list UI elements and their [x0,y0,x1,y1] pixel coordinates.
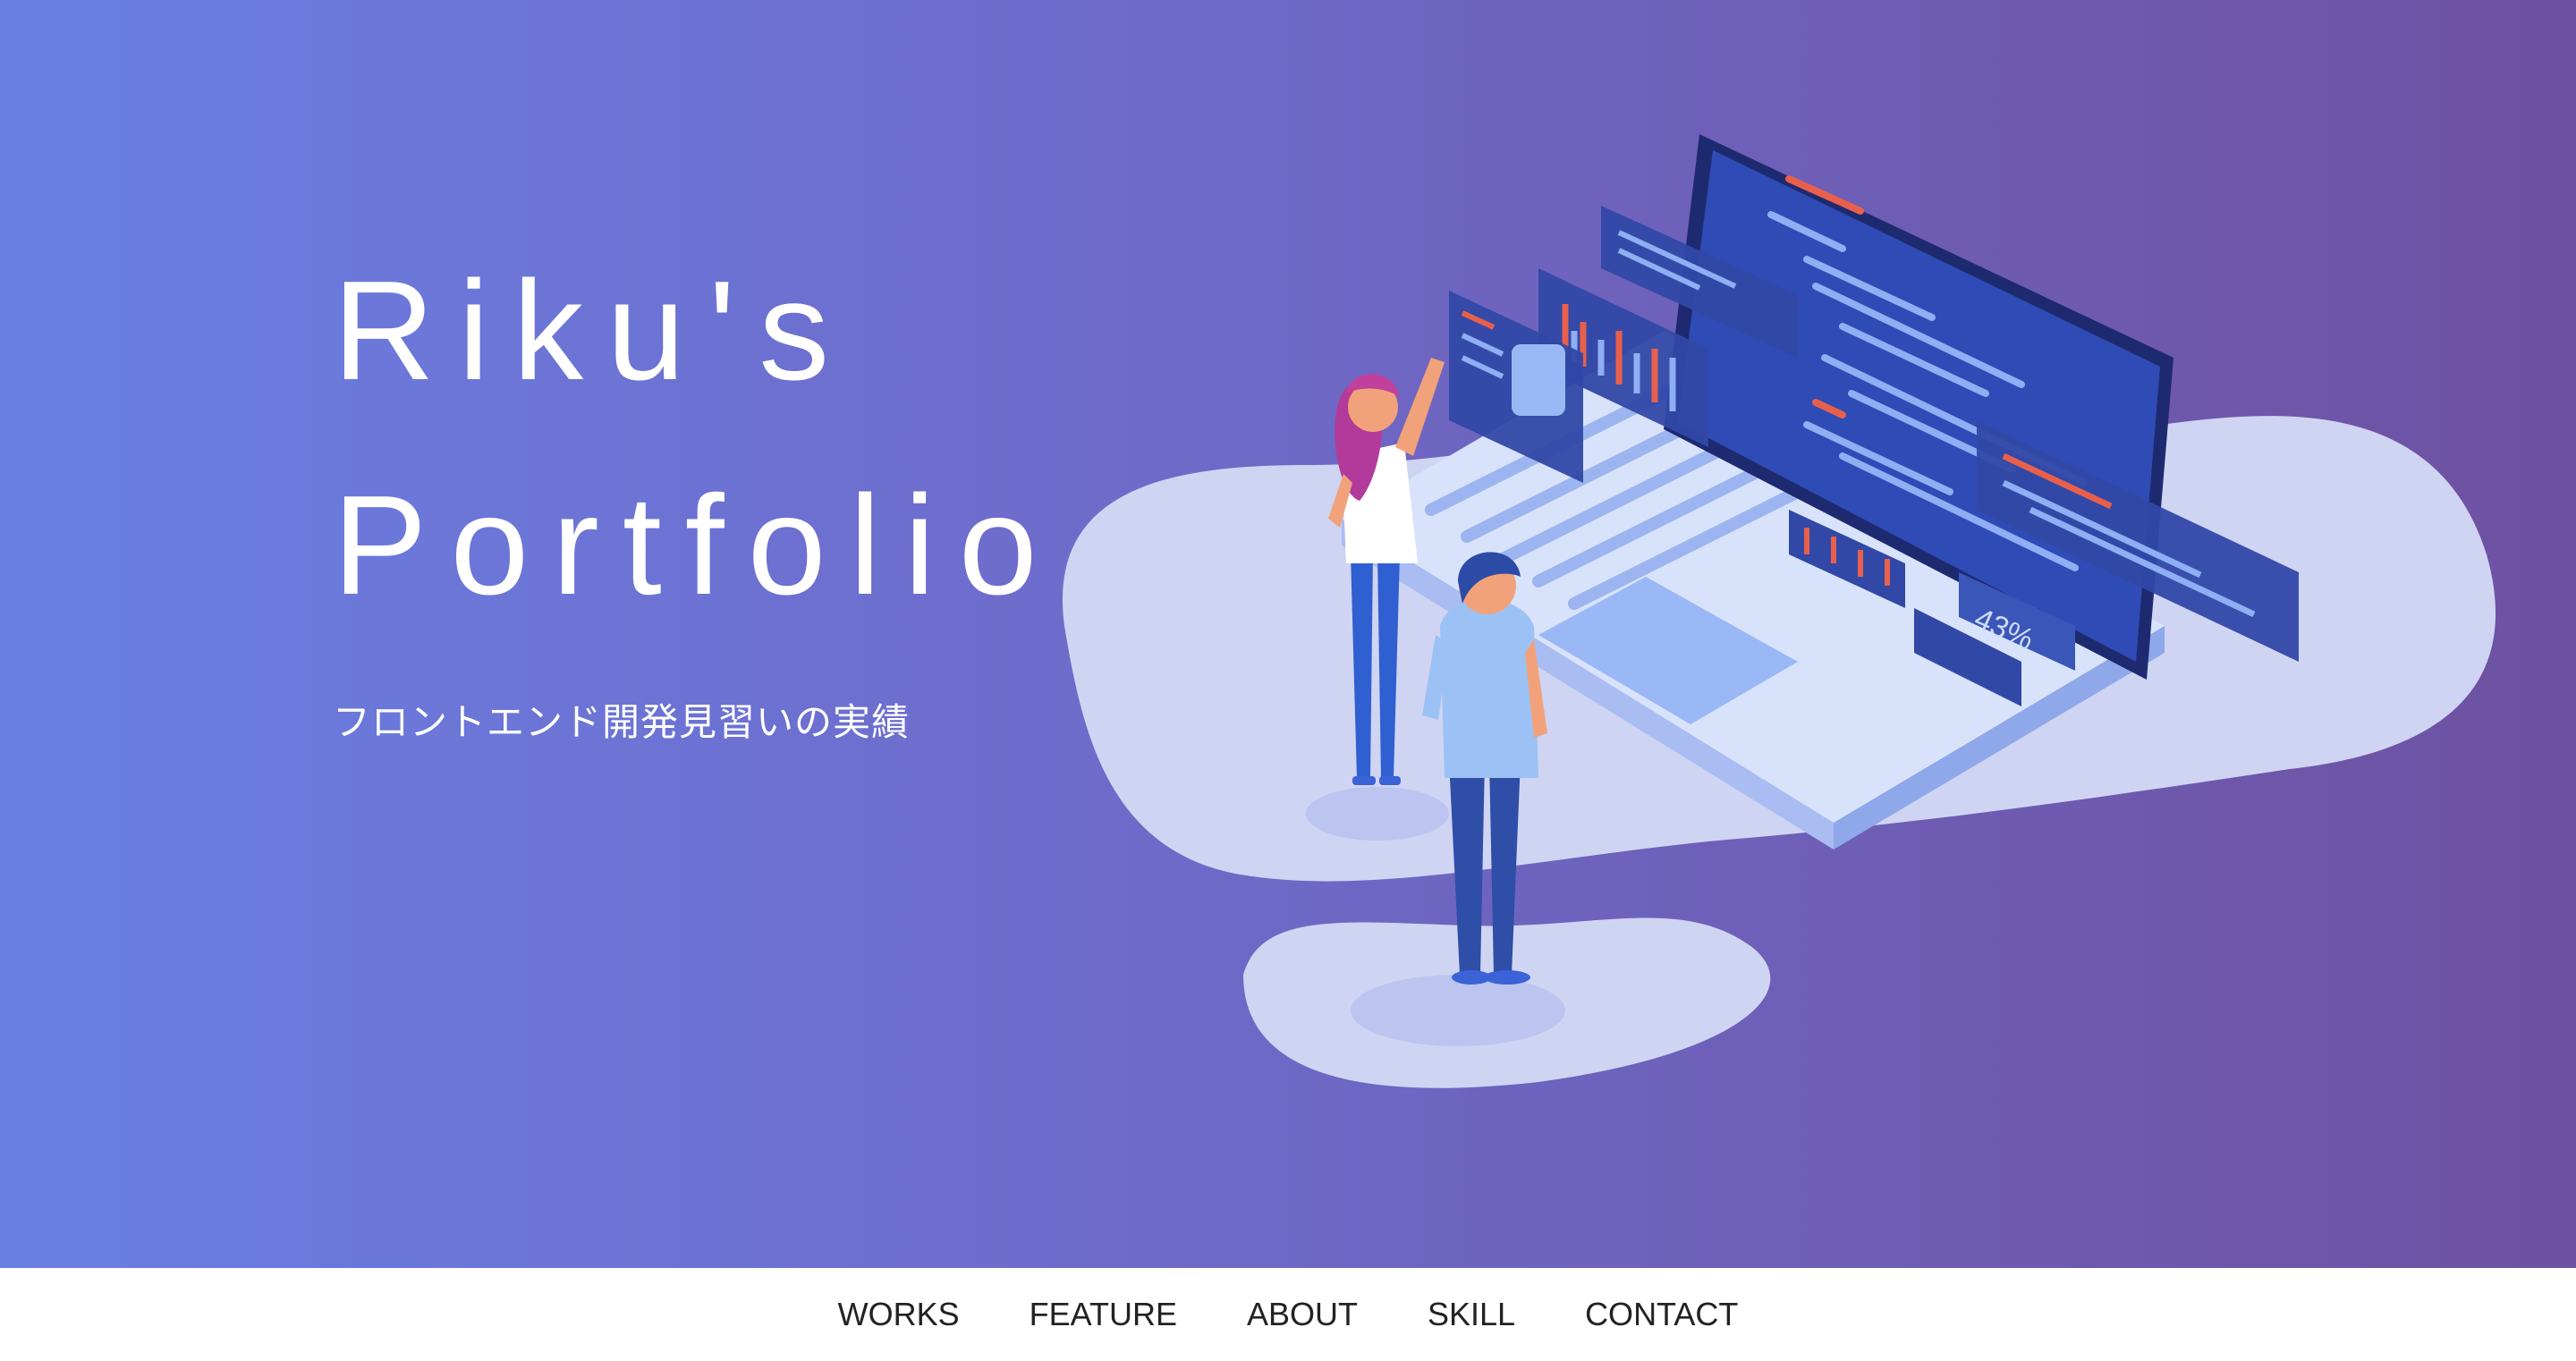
nav-item-feature[interactable]: FEATURE [1030,1296,1177,1333]
nav-item-contact[interactable]: CONTACT [1585,1296,1738,1333]
hero-text: Riku's Portfolio フロントエンド開発見習いの実績 [333,224,1061,747]
hero-subtitle: フロントエンド開発見習いの実績 [333,700,911,744]
hero-title-line1: Riku's [333,252,853,410]
hero-section: Riku's Portfolio フロントエンド開発見習いの実績 43% [0,0,2576,1268]
nav-item-about[interactable]: ABOUT [1247,1296,1358,1333]
nav-item-skill[interactable]: SKILL [1428,1296,1515,1333]
bottom-nav: WORKS FEATURE ABOUT SKILL CONTACT [0,1268,2576,1361]
hero-title-line2: Portfolio [333,467,1061,624]
hero-illustration: 43% [1062,134,2496,1088]
nav-item-works[interactable]: WORKS [838,1296,960,1333]
